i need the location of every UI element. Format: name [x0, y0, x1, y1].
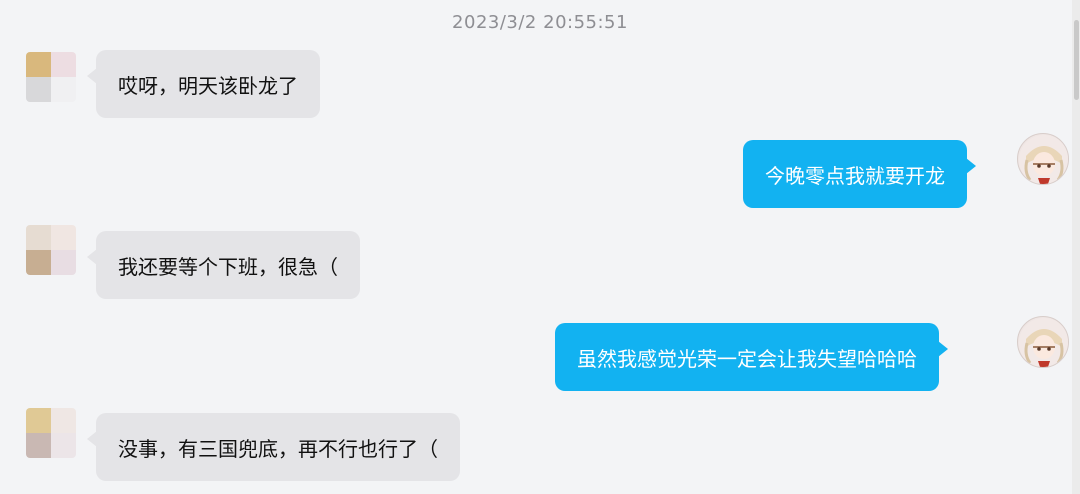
bubble-tail [87, 431, 97, 447]
bubble-tail [966, 158, 976, 174]
message-bubble[interactable]: 我还要等个下班，很急（ [87, 231, 360, 299]
contact-avatar[interactable] [26, 225, 76, 275]
scrollbar[interactable] [1072, 0, 1080, 494]
anime-avatar-icon [1019, 318, 1068, 367]
message-bubble[interactable]: 虽然我感觉光荣一定会让我失望哈哈哈 [555, 323, 948, 391]
message-bubble[interactable]: 哎呀，明天该卧龙了 [87, 50, 320, 118]
user-avatar[interactable] [1017, 316, 1069, 368]
contact-avatar[interactable] [26, 408, 76, 458]
message-text: 虽然我感觉光荣一定会让我失望哈哈哈 [577, 346, 917, 371]
message-text: 哎呀，明天该卧龙了 [118, 73, 298, 98]
anime-avatar-icon [1019, 135, 1068, 184]
contact-avatar[interactable] [26, 52, 76, 102]
bubble-tail [938, 341, 948, 357]
scrollbar-thumb[interactable] [1074, 20, 1079, 100]
message-bubble[interactable]: 没事，有三国兜底，再不行也行了（ [87, 413, 460, 481]
message-text: 没事，有三国兜底，再不行也行了（ [118, 436, 438, 461]
message-bubble[interactable]: 今晚零点我就要开龙 [743, 140, 976, 208]
bubble-tail [87, 249, 97, 265]
user-avatar[interactable] [1017, 133, 1069, 185]
message-text: 我还要等个下班，很急（ [118, 254, 338, 279]
message-timestamp: 2023/3/2 20:55:51 [452, 12, 628, 33]
bubble-tail [87, 68, 97, 84]
message-text: 今晚零点我就要开龙 [765, 163, 945, 188]
